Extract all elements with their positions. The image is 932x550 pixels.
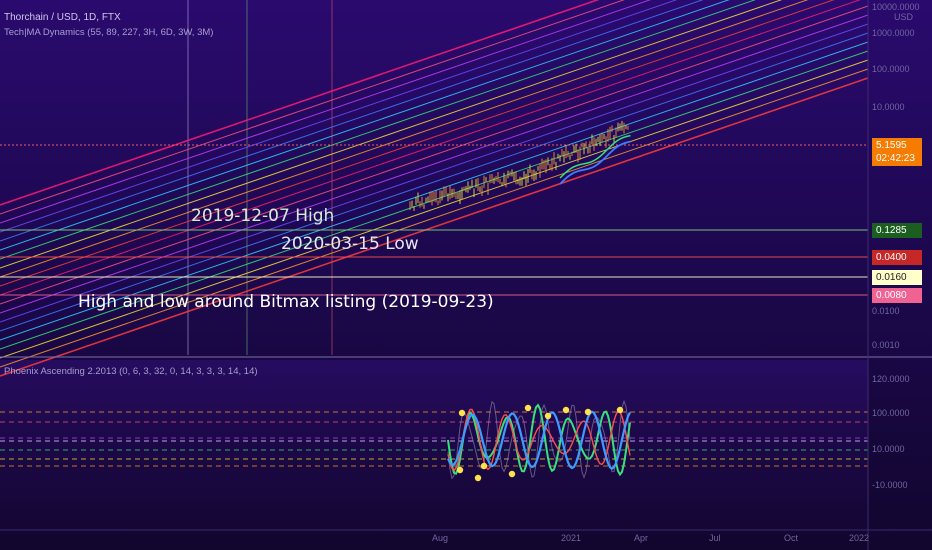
last-price-value: 5.1595 — [876, 140, 907, 151]
indicator-title[interactable]: Tech|MA Dynamics (55, 89, 227, 3H, 6D, 3… — [4, 27, 213, 38]
oscillator-signal-dot — [524, 404, 532, 412]
osc-axis-label: 100.0000 — [872, 408, 910, 418]
oscillator-signal-dot — [584, 408, 592, 416]
level-tag-0.008: 0.0080 — [872, 288, 922, 303]
ma-dynamics-bands — [0, 0, 869, 377]
oscillator-signal-dot — [458, 409, 466, 417]
time-axis-label: Apr — [634, 533, 649, 543]
ma-band-line — [0, 0, 756, 260]
oscillator-signal-dot — [456, 466, 464, 474]
ma-band-line — [0, 77, 869, 377]
ma-band-line — [0, 68, 869, 368]
price-axis-label: 0.0010 — [872, 340, 900, 350]
bar-countdown: 02:42:23 — [876, 153, 915, 164]
price-axis-label: 10000.0000 — [872, 2, 920, 12]
oscillator-title[interactable]: Phoenix Ascending 2.2013 (0, 6, 3, 32, 0… — [4, 366, 258, 377]
level-tag-0.04: 0.0400 — [872, 250, 922, 265]
price-axis-label: 0.0100 — [872, 306, 900, 316]
oscillator-signal-dot — [474, 474, 482, 482]
time-axis-label: Oct — [784, 533, 799, 543]
annotation-2020-03-15-low: 2020-03-15 Low — [281, 234, 419, 254]
oscillator-signal-dot — [562, 406, 570, 414]
ma-band-line — [0, 0, 861, 296]
time-axis-label: Aug — [432, 533, 449, 543]
oscillator-signal-dot — [480, 462, 488, 470]
price-axis-label: 1000.0000 — [872, 28, 915, 38]
time-axis-label: Jul — [709, 533, 721, 543]
oscillator-background — [0, 360, 868, 535]
osc-axis-label: -10.0000 — [872, 480, 908, 490]
annotation-bitmax-listing: High and low around Bitmax listing (2019… — [78, 292, 494, 312]
horizontal-levels — [0, 144, 868, 296]
last-price-tag: 5.1595 02:42:23 — [872, 138, 922, 166]
osc-axis-label: 10.0000 — [872, 444, 905, 454]
level-tag-0.1285: 0.1285 — [872, 223, 922, 238]
ma-band-line — [0, 14, 869, 314]
oscillator-signal-dot — [616, 406, 624, 414]
price-axis-label: 100.0000 — [872, 64, 910, 74]
ma-band-line — [0, 5, 869, 305]
osc-axis-label: 120.0000 — [872, 374, 910, 384]
ma-band-line — [0, 0, 835, 287]
ma-band-line — [0, 59, 869, 359]
price-axis-label: 10.0000 — [872, 102, 905, 112]
annotation-2019-12-07-high: 2019-12-07 High — [191, 206, 335, 226]
oscillator-signal-dot — [544, 412, 552, 420]
time-axis-label: 2022 — [849, 533, 870, 543]
time-axis-label: 2021 — [561, 533, 582, 543]
oscillator-signal-dot — [508, 470, 516, 478]
chart-canvas — [0, 0, 932, 550]
price-axis-unit: USD — [894, 12, 914, 22]
ma-band-line — [0, 32, 869, 332]
symbol-title[interactable]: Thorchain / USD, 1D, FTX — [4, 12, 121, 23]
level-tag-0.016: 0.0160 — [872, 270, 922, 285]
